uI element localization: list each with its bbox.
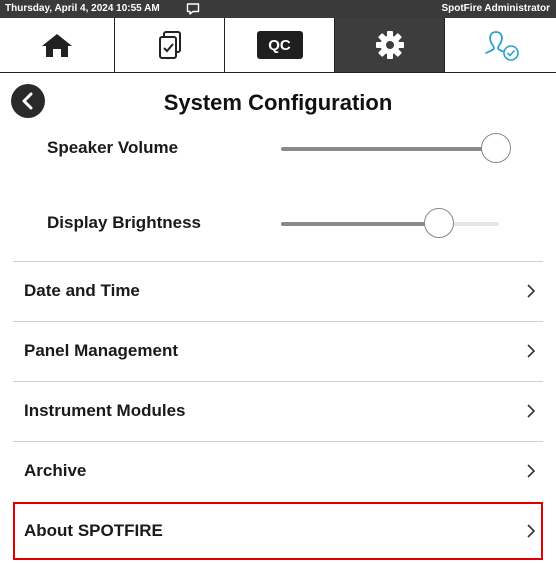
gear-icon [375,31,404,59]
display-brightness-label: Display Brightness [47,213,201,232]
speaker-volume-label: Speaker Volume [47,138,179,157]
tab-tasks[interactable] [115,18,225,72]
display-brightness-fill [281,222,441,226]
speaker-volume-slider[interactable] [281,133,511,163]
chevron-right-icon [527,404,536,418]
checklist-icon [158,31,181,59]
menu-item-label: Instrument Modules [24,401,186,420]
chevron-right-icon [527,464,536,478]
menu-item-label: Archive [24,461,87,480]
display-brightness-row: Display Brightness [0,203,556,243]
status-user: SpotFire Administrator [441,3,550,14]
display-brightness-slider[interactable] [281,208,499,238]
speaker-volume-thumb[interactable] [480,133,511,163]
page-header: System Configuration [0,80,556,124]
status-datetime: Thursday, April 4, 2024 10:55 AM [5,3,160,14]
menu-item-about-spotfire[interactable]: About SPOTFIRE [13,502,543,560]
menu-item-archive[interactable]: Archive [13,442,543,500]
tab-qc[interactable]: QC [225,18,335,72]
chevron-right-icon [527,284,536,298]
display-brightness-thumb[interactable] [424,208,455,238]
page-title: System Configuration [163,90,393,115]
menu-item-label: Date and Time [24,281,140,300]
message-icon[interactable] [186,2,200,16]
status-bar: Thursday, April 4, 2024 10:55 AM SpotFir… [0,0,556,18]
qc-label: QC [256,31,303,59]
menu-item-label: Panel Management [24,341,178,360]
speaker-volume-row: Speaker Volume [0,128,556,168]
nav-bar: QC [0,18,556,73]
menu-item-instrument-modules[interactable]: Instrument Modules [13,382,543,440]
tab-settings[interactable] [335,18,445,72]
tab-user[interactable] [445,18,556,72]
menu-item-panel-management[interactable]: Panel Management [13,322,543,380]
chevron-right-icon [527,344,536,358]
menu-item-date-and-time[interactable]: Date and Time [13,262,543,320]
tab-home[interactable] [0,18,115,72]
chevron-right-icon [527,524,536,538]
home-icon [42,34,72,57]
speaker-volume-fill [281,147,497,151]
user-check-icon [484,31,519,61]
menu-item-label: About SPOTFIRE [24,521,163,540]
